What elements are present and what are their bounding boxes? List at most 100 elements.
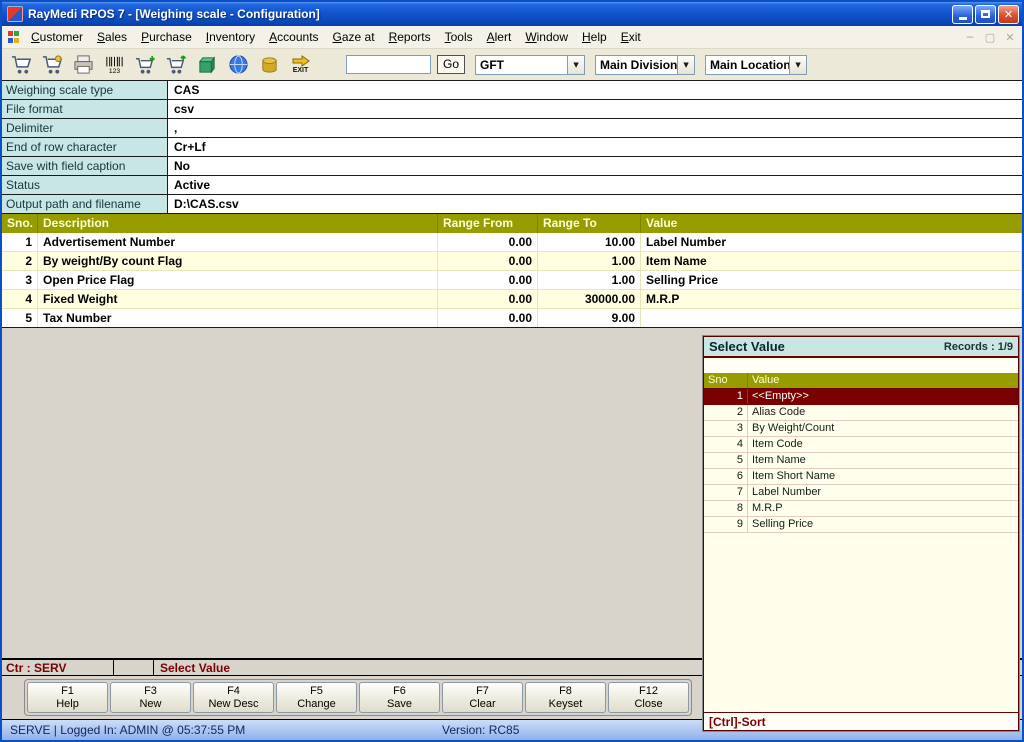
records-count: Records : 1/9 <box>944 341 1013 353</box>
list-item[interactable]: 4 Item Code <box>704 437 1018 453</box>
menu-item-sales[interactable]: Sales <box>90 27 134 47</box>
property-value[interactable]: D:\CAS.csv <box>168 195 1022 213</box>
menu-item-tools[interactable]: Tools <box>438 27 480 47</box>
fkey-key: F7 <box>476 685 489 698</box>
item-sno: 5 <box>704 453 748 468</box>
f6-save-button[interactable]: F6 Save <box>359 682 440 713</box>
menu-item-exit[interactable]: Exit <box>614 27 648 47</box>
list-item[interactable]: 1 <<Empty>> <box>704 389 1018 405</box>
menu-item-alert[interactable]: Alert <box>480 27 519 47</box>
goods-outward-cart-icon[interactable] <box>163 51 190 78</box>
menu-item-help[interactable]: Help <box>575 27 614 47</box>
cell-value: Selling Price <box>641 271 1022 289</box>
list-item[interactable]: 6 Item Short Name <box>704 469 1018 485</box>
status-spacer <box>114 660 154 675</box>
bill-lookup-cart-icon[interactable] <box>39 51 66 78</box>
property-value[interactable]: No <box>168 157 1022 175</box>
table-row[interactable]: 3 Open Price Flag 0.00 1.00 Selling Pric… <box>2 271 1022 290</box>
location-select[interactable]: Main Location ▼ <box>705 55 807 75</box>
mdi-restore-button[interactable]: ▢ <box>982 31 998 44</box>
cell-description: Fixed Weight <box>38 290 438 308</box>
item-sno: 8 <box>704 501 748 516</box>
mdi-close-button[interactable]: ✕ <box>1002 31 1018 44</box>
go-button[interactable]: Go <box>437 55 465 74</box>
menu-item-reports[interactable]: Reports <box>382 27 438 47</box>
sort-hint-label: [Ctrl]-Sort <box>704 712 1018 730</box>
list-item[interactable]: 7 Label Number <box>704 485 1018 501</box>
menu-item-inventory[interactable]: Inventory <box>199 27 262 47</box>
minimize-button[interactable] <box>952 5 973 24</box>
fkey-key: F5 <box>310 685 323 698</box>
item-sno: 1 <box>704 389 748 404</box>
table-row[interactable]: 2 By weight/By count Flag 0.00 1.00 Item… <box>2 252 1022 271</box>
minimize-icon <box>959 17 967 20</box>
f3-new-button[interactable]: F3 New <box>110 682 191 713</box>
menu-item-window[interactable]: Window <box>518 27 575 47</box>
menu-item-gaze-at[interactable]: Gaze at <box>326 27 382 47</box>
popup-title: Select Value <box>709 339 944 354</box>
goods-inward-cart-icon[interactable] <box>132 51 159 78</box>
property-value[interactable]: csv <box>168 100 1022 118</box>
property-value[interactable]: , <box>168 119 1022 137</box>
mdi-minimize-button[interactable]: ─ <box>962 31 978 44</box>
fkey-key: F8 <box>559 685 572 698</box>
list-item[interactable]: 3 By Weight/Count <box>704 421 1018 437</box>
window-title: RayMedi RPOS 7 - [Weighing scale - Confi… <box>28 7 950 21</box>
exit-icon[interactable]: EXIT <box>287 51 314 78</box>
item-value: Item Name <box>748 453 1018 468</box>
list-item[interactable]: 2 Alias Code <box>704 405 1018 421</box>
menu-item-accounts[interactable]: Accounts <box>262 27 325 47</box>
property-value[interactable]: CAS <box>168 81 1022 99</box>
menu-item-purchase[interactable]: Purchase <box>134 27 199 47</box>
company-select[interactable]: GFT ▼ <box>475 55 585 75</box>
list-item[interactable]: 8 M.R.P <box>704 501 1018 517</box>
item-value: By Weight/Count <box>748 421 1018 436</box>
settlement-coins-icon[interactable] <box>256 51 283 78</box>
f4-new-desc-button[interactable]: F4 New Desc <box>193 682 274 713</box>
restore-button[interactable] <box>975 5 996 24</box>
cell-value: M.R.P <box>641 290 1022 308</box>
property-row: Delimiter , <box>2 119 1022 138</box>
item-value: Label Number <box>748 485 1018 500</box>
division-select[interactable]: Main Division ▼ <box>595 55 695 75</box>
f12-close-button[interactable]: F12 Close <box>608 682 689 713</box>
cell-value: Label Number <box>641 233 1022 251</box>
property-label: Status <box>2 176 168 194</box>
item-value: Selling Price <box>748 517 1018 532</box>
sale-cart-icon[interactable] <box>8 51 35 78</box>
cell-range-to: 9.00 <box>538 309 641 327</box>
table-row[interactable]: 1 Advertisement Number 0.00 10.00 Label … <box>2 233 1022 252</box>
quick-search-input[interactable] <box>346 55 431 74</box>
cell-sno: 1 <box>2 233 38 251</box>
cell-sno: 5 <box>2 309 38 327</box>
barcode-icon[interactable]: 123 <box>101 51 128 78</box>
property-label: End of row character <box>2 138 168 156</box>
f5-change-button[interactable]: F5 Change <box>276 682 357 713</box>
globe-icon[interactable] <box>225 51 252 78</box>
cell-sno: 3 <box>2 271 38 289</box>
print-icon[interactable] <box>70 51 97 78</box>
f7-clear-button[interactable]: F7 Clear <box>442 682 523 713</box>
cell-range-from: 0.00 <box>438 309 538 327</box>
list-item[interactable]: 5 Item Name <box>704 453 1018 469</box>
f8-keyset-button[interactable]: F8 Keyset <box>525 682 606 713</box>
property-row: Weighing scale type CAS <box>2 81 1022 100</box>
close-button[interactable]: ✕ <box>998 5 1019 24</box>
item-value: M.R.P <box>748 501 1018 516</box>
select-value-popup: Select Value Records : 1/9 Sno Value 1 <… <box>703 336 1019 731</box>
cell-range-to: 10.00 <box>538 233 641 251</box>
cell-value: Item Name <box>641 252 1022 270</box>
cell-value <box>641 309 1022 327</box>
table-row[interactable]: 4 Fixed Weight 0.00 30000.00 M.R.P <box>2 290 1022 309</box>
property-label: Weighing scale type <box>2 81 168 99</box>
toolbar: 123 EXIT Go GFT ▼ Main Division ▼ <box>2 49 1022 81</box>
location-select-value: Main Location <box>706 58 789 72</box>
exit-icon-label: EXIT <box>293 67 309 74</box>
menu-item-customer[interactable]: Customer <box>24 27 90 47</box>
table-row[interactable]: 5 Tax Number 0.00 9.00 <box>2 309 1022 328</box>
list-item[interactable]: 9 Selling Price <box>704 517 1018 533</box>
property-value[interactable]: Active <box>168 176 1022 194</box>
property-value[interactable]: Cr+Lf <box>168 138 1022 156</box>
stock-box-icon[interactable] <box>194 51 221 78</box>
f1-help-button[interactable]: F1 Help <box>27 682 108 713</box>
